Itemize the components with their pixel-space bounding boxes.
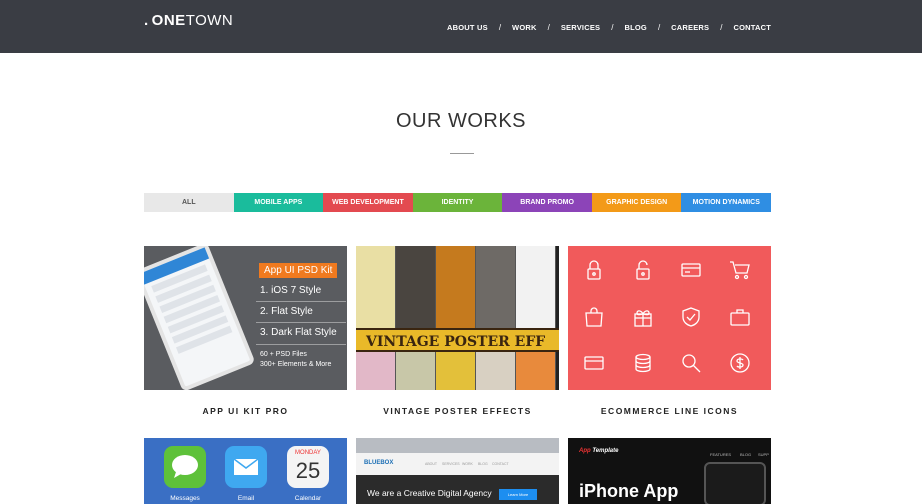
- poster-tile-image: [436, 352, 476, 390]
- logo-part-template: Template: [590, 448, 619, 454]
- credit-card-icon: [679, 258, 703, 282]
- calendar-date: 25: [295, 458, 321, 483]
- nav-separator: /: [547, 23, 550, 32]
- work-thumbnail-vintage-poster[interactable]: VINTAGE POSTER EFF: [356, 246, 559, 390]
- kit-note: 60 + PSD Files: [260, 351, 307, 358]
- calendar-app-icon: MONDAY 25: [287, 446, 329, 488]
- filter-web-development[interactable]: WEB DEVELOPMENT: [323, 193, 413, 212]
- work-caption[interactable]: ECOMMERCE LINE ICONS: [568, 406, 771, 416]
- logo-dot: .: [144, 12, 149, 29]
- bluebox-headline: We are a Creative Digital Agency: [367, 488, 492, 498]
- kit-divider: [256, 322, 346, 323]
- nav-about-us[interactable]: ABOUT US: [447, 23, 488, 32]
- kit-divider: [256, 301, 346, 302]
- shield-check-icon: [679, 305, 703, 329]
- padlock-closed-icon: [582, 258, 606, 282]
- filter-identity[interactable]: IDENTITY: [412, 193, 503, 212]
- work-thumbnail-app-template[interactable]: App Template FEATURES BLOG SUPP iPhone A…: [568, 438, 771, 504]
- nav-separator: /: [720, 23, 723, 32]
- magnifier-icon: [679, 351, 703, 375]
- kit-divider: [256, 344, 346, 345]
- poster-tile-image: [516, 352, 556, 390]
- filter-motion-dynamics[interactable]: MOTION DYNAMICS: [681, 193, 772, 212]
- filter-graphic-design[interactable]: GRAPHIC DESIGN: [591, 193, 682, 212]
- filter-all[interactable]: ALL: [144, 193, 234, 212]
- logo-light: TOWN: [185, 12, 234, 29]
- poster-tile-image: [476, 352, 516, 390]
- poster-tile-image: [356, 352, 396, 390]
- filter-mobile-apps[interactable]: MOBILE APPS: [233, 193, 324, 212]
- app-label: Messages: [170, 495, 200, 502]
- template-nav-link: BLOG: [740, 452, 752, 457]
- bluebox-nav-link: CONTACT: [492, 462, 509, 466]
- portfolio-filters: ALL MOBILE APPS WEB DEVELOPMENT IDENTITY…: [144, 193, 772, 212]
- template-nav-link: FEATURES: [710, 452, 732, 457]
- site-logo[interactable]: . ONETOWN: [144, 12, 233, 29]
- app-label: Email: [237, 495, 255, 502]
- work-thumbnail-ecommerce-icons[interactable]: [568, 246, 771, 390]
- app-template-logo: App Template: [579, 448, 618, 454]
- nav-blog[interactable]: BLOG: [624, 23, 646, 32]
- browser-bar: [356, 438, 559, 453]
- card-icon: [582, 351, 606, 375]
- shopping-bag-icon: [582, 305, 606, 329]
- main-nav: ABOUT US / WORK / SERVICES / BLOG / CARE…: [447, 23, 771, 32]
- poster-tile-image: [516, 246, 556, 328]
- logo-bold: ONE: [151, 12, 186, 29]
- poster-tile-image: [396, 246, 436, 328]
- kit-note: 300+ Elements & More: [260, 361, 332, 368]
- calendar-day: MONDAY: [295, 450, 321, 456]
- dollar-coin-icon: [728, 351, 752, 375]
- bluebox-nav-link: WORK: [462, 462, 473, 466]
- nav-work[interactable]: WORK: [512, 23, 537, 32]
- vintage-banner: VINTAGE POSTER EFF: [356, 328, 559, 352]
- email-app-icon: [225, 446, 267, 488]
- coins-icon: [631, 351, 655, 375]
- template-headline: iPhone App: [579, 481, 679, 501]
- section-title: OUR WORKS: [395, 110, 527, 132]
- padlock-open-icon: [631, 258, 655, 282]
- phone-mockup-image: [144, 246, 256, 390]
- poster-tile-image: [476, 246, 516, 328]
- shopping-cart-icon: [728, 258, 752, 282]
- learn-more-button: Learn More: [499, 489, 537, 500]
- nav-separator: /: [657, 23, 661, 32]
- work-thumbnail-app-ui-kit[interactable]: App UI PSD Kit 1. iOS 7 Style 2. Flat St…: [144, 246, 347, 390]
- title-divider: [450, 153, 474, 154]
- work-caption[interactable]: VINTAGE POSTER EFFECTS: [356, 406, 559, 416]
- work-thumbnail-bluebox[interactable]: BLUEBOX ABOUT SERVICES WORK BLOG CONTACT…: [356, 438, 559, 504]
- bluebox-nav-link: BLOG: [478, 462, 488, 466]
- nav-separator: /: [611, 23, 614, 32]
- bluebox-logo: BLUEBOX: [364, 460, 394, 466]
- nav-services[interactable]: SERVICES: [561, 23, 600, 32]
- template-nav-link: SUPP: [758, 452, 769, 457]
- kit-feature: 2. Flat Style: [260, 306, 313, 317]
- logo-part-app: App: [579, 448, 591, 454]
- site-header: . ONETOWN ABOUT US / WORK / SERVICES / BL…: [0, 0, 922, 53]
- nav-contact[interactable]: CONTACT: [733, 23, 771, 32]
- messages-app-icon: [164, 446, 206, 488]
- poster-tile-image: [396, 352, 436, 390]
- work-thumbnail-ios-icons[interactable]: Messages Email MONDAY 25 Calendar: [144, 438, 347, 504]
- kit-badge: App UI PSD Kit: [259, 263, 338, 278]
- nav-careers[interactable]: CAREERS: [671, 23, 709, 32]
- app-label: Calendar: [294, 495, 322, 502]
- briefcase-icon: [728, 305, 752, 329]
- nav-separator: /: [498, 23, 502, 32]
- poster-tile-image: [436, 246, 476, 328]
- filter-brand-promo[interactable]: BRAND PROMO: [502, 193, 592, 212]
- kit-feature: 3. Dark Flat Style: [260, 327, 337, 338]
- phone-devices-image: [704, 462, 766, 504]
- kit-feature: 1. iOS 7 Style: [260, 285, 322, 296]
- work-caption[interactable]: APP UI KIT PRO: [144, 406, 347, 416]
- bluebox-nav-link: ABOUT: [425, 462, 438, 466]
- bluebox-nav-link: SERVICES: [442, 462, 460, 466]
- poster-tile-image: [356, 246, 396, 328]
- gift-icon: [631, 305, 655, 329]
